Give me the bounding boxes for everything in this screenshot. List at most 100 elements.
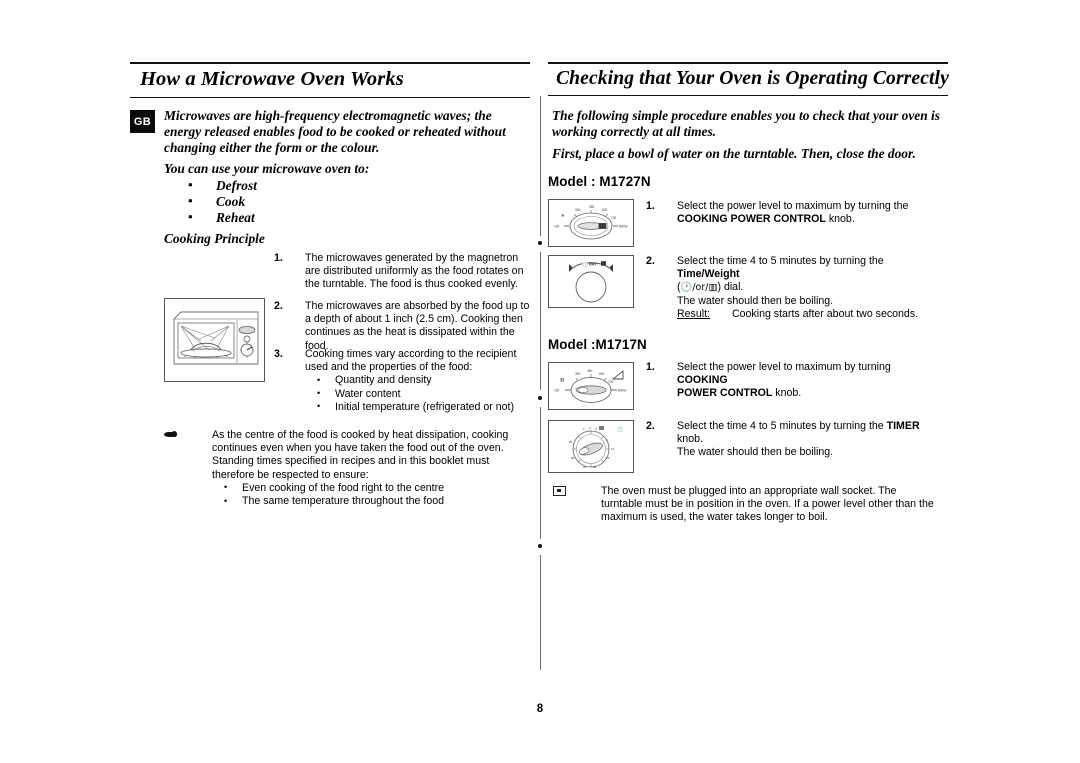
intro-paragraph-1: The following simple procedure enables y… — [552, 108, 940, 139]
model-heading-m1717n: Model :M1717N — [548, 337, 647, 352]
language-badge-gb: GB — [130, 110, 155, 133]
svg-text:30: 30 — [571, 456, 575, 460]
right-note-block: The oven must be plugged into an appropr… — [553, 485, 939, 525]
document-page: How a Microwave Oven Works GB Microwaves… — [0, 0, 1080, 763]
svg-text:450: 450 — [587, 369, 593, 373]
step-text-part: Select the power level to maximum by tur… — [677, 361, 891, 373]
step-number: 1. — [646, 361, 655, 373]
step-text-bold: POWER CONTROL — [677, 387, 773, 400]
cooking-power-control-knob-figure: 300 450 600 700 800W 100 ❄ — [548, 199, 634, 247]
intro-paragraph-2: First, place a bowl of water on the turn… — [552, 145, 916, 161]
svg-text:600: 600 — [599, 372, 605, 376]
svg-text:3: 3 — [595, 427, 597, 431]
step-text-part: Select the time 4 to 5 minutes by turnin… — [677, 420, 887, 432]
power-level-knob-svg: 300 450 600 700 800W 100 ▥ — [554, 369, 626, 403]
list-item: Reheat — [164, 209, 530, 226]
step-number: 2. — [646, 420, 655, 432]
svg-text:10: 10 — [611, 447, 615, 451]
svg-text:20: 20 — [593, 465, 597, 469]
principle-item-3: 3. Cooking times vary according to the r… — [274, 348, 532, 414]
list-item: Defrost — [164, 177, 530, 194]
m1717n-step-1: 1. Select the power level to maximum by … — [646, 361, 938, 401]
principle-number: 1. — [274, 252, 283, 264]
heading-rule-bottom — [548, 95, 948, 97]
svg-text:700: 700 — [608, 380, 614, 384]
step-text-part: knob. — [825, 213, 855, 226]
svg-text:15: 15 — [606, 456, 610, 460]
svg-text:800W: 800W — [618, 389, 626, 393]
step-text-part: knob. — [772, 387, 802, 400]
svg-text:450: 450 — [589, 205, 595, 209]
m1727n-step-1: 1. Select the power level to maximum by … — [646, 200, 936, 226]
step-text-bold: COOKING — [677, 374, 728, 387]
step-text-part: The water should then be boiling. — [677, 294, 834, 307]
column-divider-segment — [540, 407, 541, 539]
step-text-bold: TIMER — [886, 420, 920, 432]
heading-rule-bottom — [130, 96, 530, 98]
page-title-left: How a Microwave Oven Works — [140, 68, 404, 90]
principle-text: Cooking times vary according to the reci… — [305, 348, 517, 374]
principle-text: The microwaves are absorbed by the food … — [305, 300, 530, 352]
column-divider-segment — [540, 96, 541, 236]
m1727n-step-2: 2. Select the time 4 to 5 minutes by tur… — [646, 255, 938, 321]
step-number: 2. — [646, 255, 655, 267]
step-text-part: Select the power level to maximum by tur… — [677, 200, 909, 212]
left-column: How a Microwave Oven Works — [130, 62, 530, 98]
svg-text:300: 300 — [575, 208, 581, 212]
list-item: The same temperature throughout the food — [212, 495, 530, 508]
principle-number: 3. — [274, 348, 283, 360]
timer-knob-svg: 1 2 3 5 10 15 20 25 30 35 🕐 — [569, 426, 623, 469]
left-heading-block: How a Microwave Oven Works — [130, 62, 530, 98]
svg-text:100: 100 — [554, 389, 560, 393]
intro-paragraph: Microwaves are high-frequency electromag… — [164, 108, 506, 155]
column-divider-segment — [540, 555, 541, 670]
note-text: The oven must be plugged into an appropr… — [601, 485, 934, 524]
cooking-principle-heading: Cooking Principle — [164, 231, 265, 246]
step-text-bold: COOKING POWER CONTROL — [677, 213, 826, 226]
list-item: Even cooking of the food right to the ce… — [212, 481, 530, 495]
pointing-hand-icon — [164, 430, 180, 443]
svg-text:700: 700 — [611, 216, 617, 220]
divider-dot — [538, 396, 542, 400]
principle-text: The microwaves generated by the magnetro… — [305, 252, 524, 291]
power-level-knob-figure: 300 450 600 700 800W 100 ▥ — [548, 362, 634, 410]
svg-text:35: 35 — [569, 440, 573, 444]
step-text: Select the power level to maximum by tur… — [677, 200, 936, 226]
uses-list: Defrost Cook Reheat — [164, 177, 530, 226]
model-heading-m1727n: Model : M1727N — [548, 174, 651, 189]
time-weight-dial-svg: 🕐 /or/ — [569, 261, 613, 303]
svg-text:800W: 800W — [619, 225, 627, 229]
principle-item-2: 2. The microwaves are absorbed by the fo… — [274, 300, 532, 353]
left-note-block: As the centre of the food is cooked by h… — [164, 429, 530, 508]
svg-text:1: 1 — [583, 427, 585, 431]
list-item: Cook — [164, 193, 530, 210]
step-text: Select the time 4 to 5 minutes by turnin… — [677, 420, 938, 460]
step-text-bold: Time/Weight — [677, 268, 740, 281]
divider-dot — [538, 241, 542, 245]
svg-text:100: 100 — [554, 225, 560, 229]
left-note-bullets: Even cooking of the food right to the ce… — [212, 481, 530, 508]
svg-text:❄: ❄ — [561, 213, 565, 218]
clock-weight-dial-icon: 🕐/or/▥ — [680, 282, 718, 294]
note-text: As the centre of the food is cooked by h… — [212, 429, 509, 481]
step-text-part: The water should then be boiling. — [677, 446, 834, 459]
svg-text:🕐: 🕐 — [582, 261, 588, 268]
step-number: 1. — [646, 200, 655, 212]
svg-text:600: 600 — [602, 208, 608, 212]
svg-text:2: 2 — [589, 426, 591, 430]
page-title-right: Checking that Your Oven is Operating Cor… — [556, 68, 949, 89]
microwave-oven-cutaway-illustration — [164, 298, 265, 382]
step-text: Select the time 4 to 5 minutes by turnin… — [677, 255, 938, 321]
step-text: Select the power level to maximum by tur… — [677, 361, 938, 401]
svg-text:25: 25 — [583, 465, 587, 469]
principle-number: 2. — [274, 300, 283, 312]
step-text-part: Select the time 4 to 5 minutes by turnin… — [677, 255, 884, 267]
column-divider-segment — [540, 252, 541, 390]
svg-text:/or/: /or/ — [589, 262, 597, 267]
list-item: Initial temperature (refrigerated or not… — [305, 400, 532, 414]
time-weight-dial-figure: 🕐 /or/ — [548, 255, 634, 308]
step-text-part: ) dial. — [717, 281, 744, 294]
divider-dot — [538, 544, 542, 548]
principle-3-bullets: Quantity and density Water content Initi… — [305, 374, 532, 414]
svg-text:▥: ▥ — [560, 378, 564, 383]
